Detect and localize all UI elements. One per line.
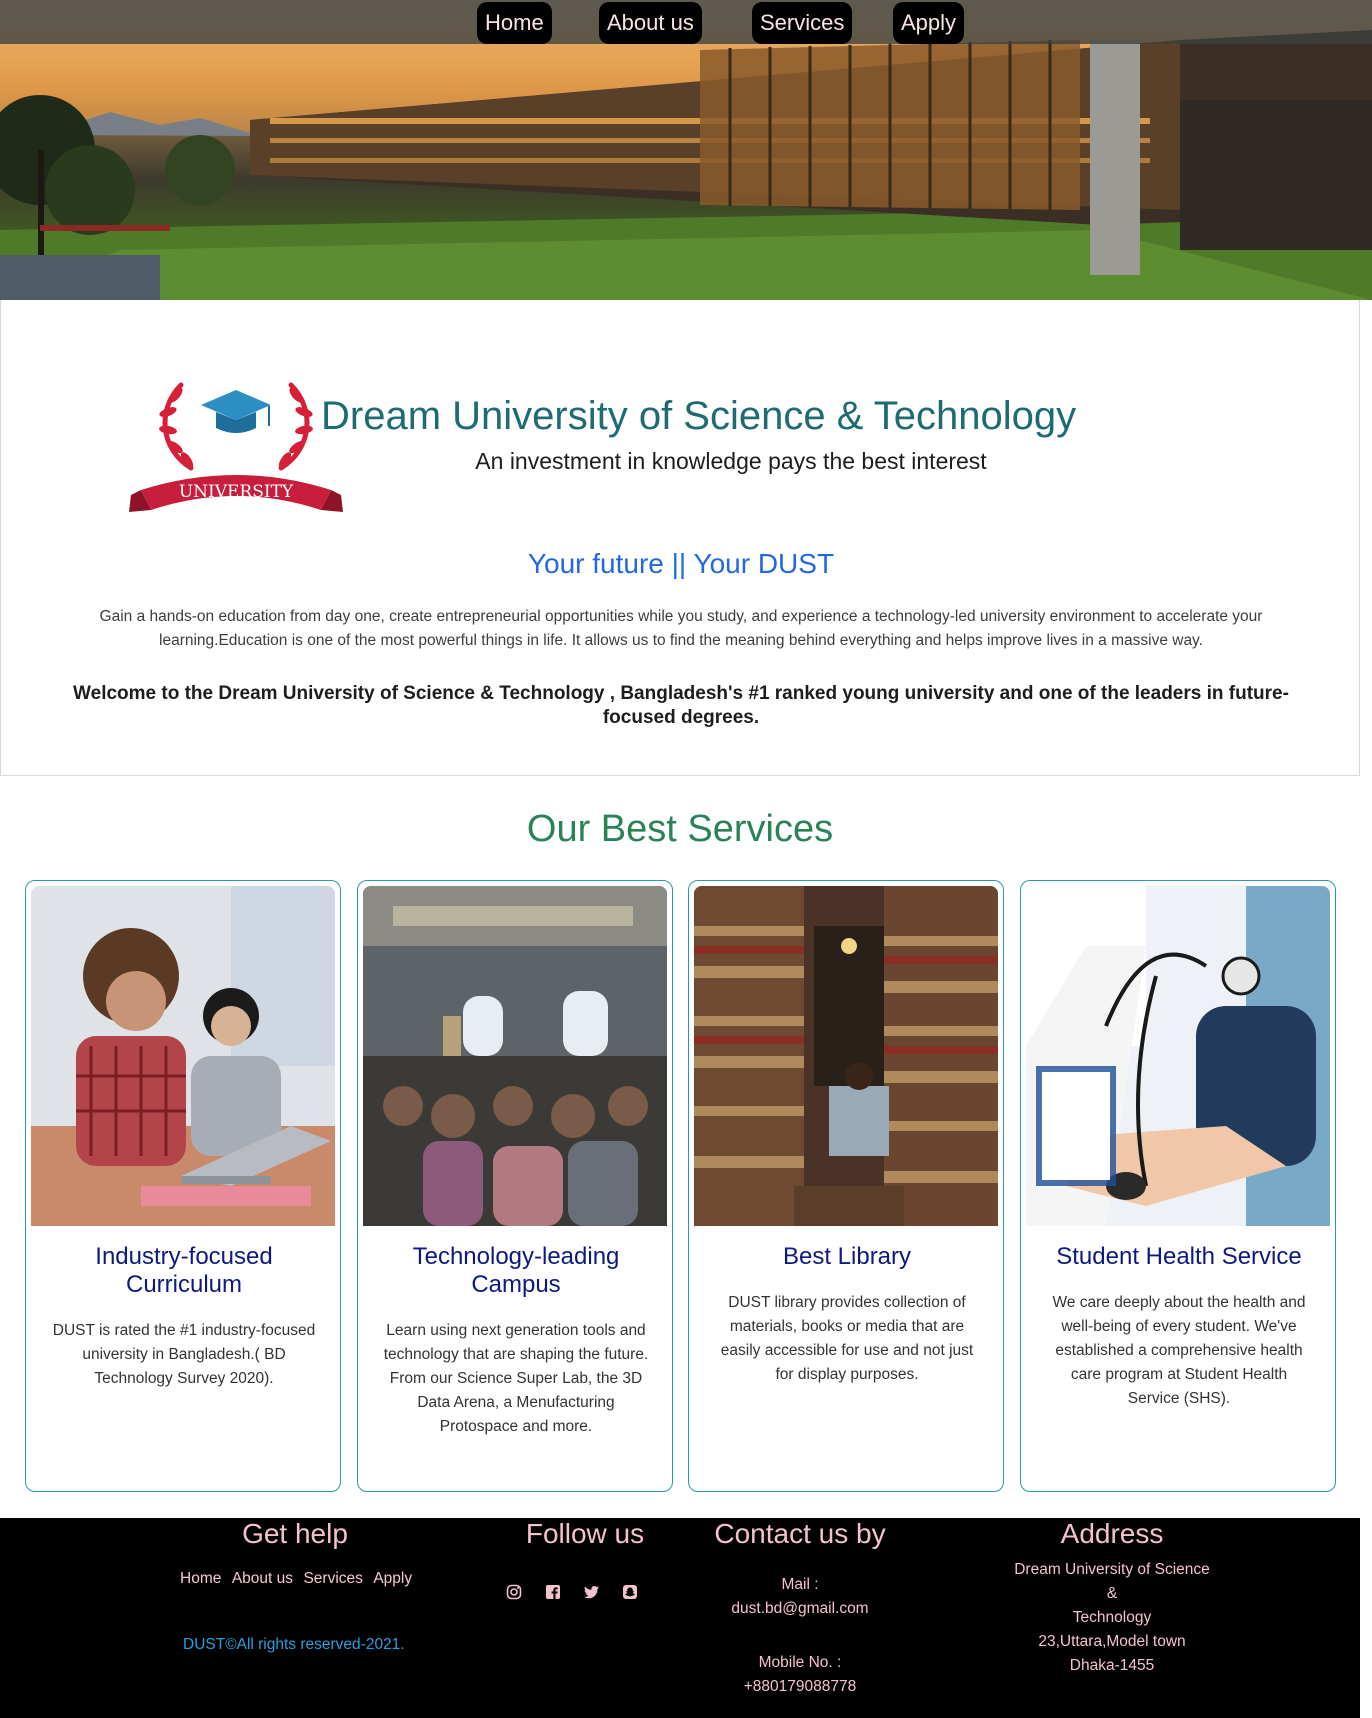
footer: Get help Home About us Services Apply DU… <box>0 1518 1360 1718</box>
address-line-5: Dhaka-1455 <box>1069 1657 1155 1674</box>
blood-pressure-image <box>1026 886 1330 1226</box>
twitter-icon[interactable] <box>584 1584 600 1600</box>
footer-links: Home About us Services Apply <box>180 1570 418 1588</box>
contact-mail-label: Mail : <box>781 1576 819 1593</box>
library-image <box>694 886 998 1226</box>
service-card: Technology-leading Campus Learn using ne… <box>357 880 673 1492</box>
service-card: Industry-focused Curriculum DUST is rate… <box>25 880 341 1492</box>
intro-paragraph: Gain a hands-on education from day one, … <box>99 608 1263 649</box>
service-card: Best Library DUST library provides colle… <box>688 880 1004 1492</box>
card-title: Best Library <box>782 1243 912 1270</box>
contact-mobile[interactable]: +880179088778 <box>700 1675 900 1699</box>
address-line-2: & <box>1106 1585 1118 1602</box>
instagram-icon[interactable] <box>506 1584 522 1600</box>
footer-get-help-heading: Get help <box>242 1518 348 1549</box>
footer-link-services[interactable]: Services <box>303 1570 362 1587</box>
hero-banner: Home About us Services Apply <box>0 0 1372 300</box>
card-text: We care deeply about the health and well… <box>1052 1294 1306 1407</box>
nav-apply[interactable]: Apply <box>893 2 965 44</box>
services-heading: Our Best Services <box>526 808 834 850</box>
students-laptop-image <box>31 886 335 1226</box>
footer-link-about-us[interactable]: About us <box>232 1570 293 1587</box>
facebook-icon[interactable] <box>545 1584 561 1600</box>
card-text: DUST is rated the #1 industry-focused un… <box>52 1322 316 1387</box>
nav-home[interactable]: Home <box>477 2 552 44</box>
card-text: DUST library provides collection of mate… <box>720 1294 974 1383</box>
footer-copyright: DUST©All rights reserved-2021. <box>183 1636 405 1653</box>
service-card: Student Health Service We care deeply ab… <box>1020 880 1336 1492</box>
top-navbar: Home About us Services Apply <box>0 0 1372 44</box>
footer-contact-heading: Contact us by <box>714 1518 886 1549</box>
footer-link-apply[interactable]: Apply <box>373 1570 412 1587</box>
address-line-4: 23,Uttara,Model town <box>1038 1633 1186 1650</box>
address-line-1: Dream University of Science <box>1014 1561 1210 1578</box>
contact-mobile-label: Mobile No. : <box>758 1654 842 1671</box>
card-title: Student Health Service <box>1056 1243 1302 1270</box>
university-tagline: An investment in knowledge pays the best… <box>475 448 987 474</box>
classroom-image <box>363 886 667 1226</box>
logo-text: UNIVERSITY <box>179 482 294 502</box>
nav-about-us[interactable]: About us <box>599 2 702 44</box>
card-title: Technology-leading Campus <box>412 1243 620 1298</box>
footer-follow-heading: Follow us <box>525 1518 645 1549</box>
footer-link-home[interactable]: Home <box>180 1570 221 1587</box>
address-line-3: Technology <box>1072 1609 1152 1626</box>
footer-address-heading: Address <box>1060 1518 1164 1549</box>
contact-mail[interactable]: dust.bd@gmail.com <box>700 1597 900 1621</box>
welcome-text: Welcome to the Dream University of Scien… <box>73 683 1289 728</box>
university-logo: UNIVERSITY <box>129 382 343 512</box>
university-title: Dream University of Science & Technology <box>321 394 1077 438</box>
card-title: Industry-focused Curriculum <box>95 1243 273 1298</box>
nav-services[interactable]: Services <box>752 2 853 44</box>
future-heading: Your future || Your DUST <box>527 548 835 579</box>
intro-section: UNIVERSITY Dream University of Science &… <box>0 300 1360 776</box>
snapchat-icon[interactable] <box>622 1584 638 1600</box>
campus-photo <box>0 30 1372 300</box>
card-text: Learn using next generation tools and te… <box>383 1322 649 1435</box>
